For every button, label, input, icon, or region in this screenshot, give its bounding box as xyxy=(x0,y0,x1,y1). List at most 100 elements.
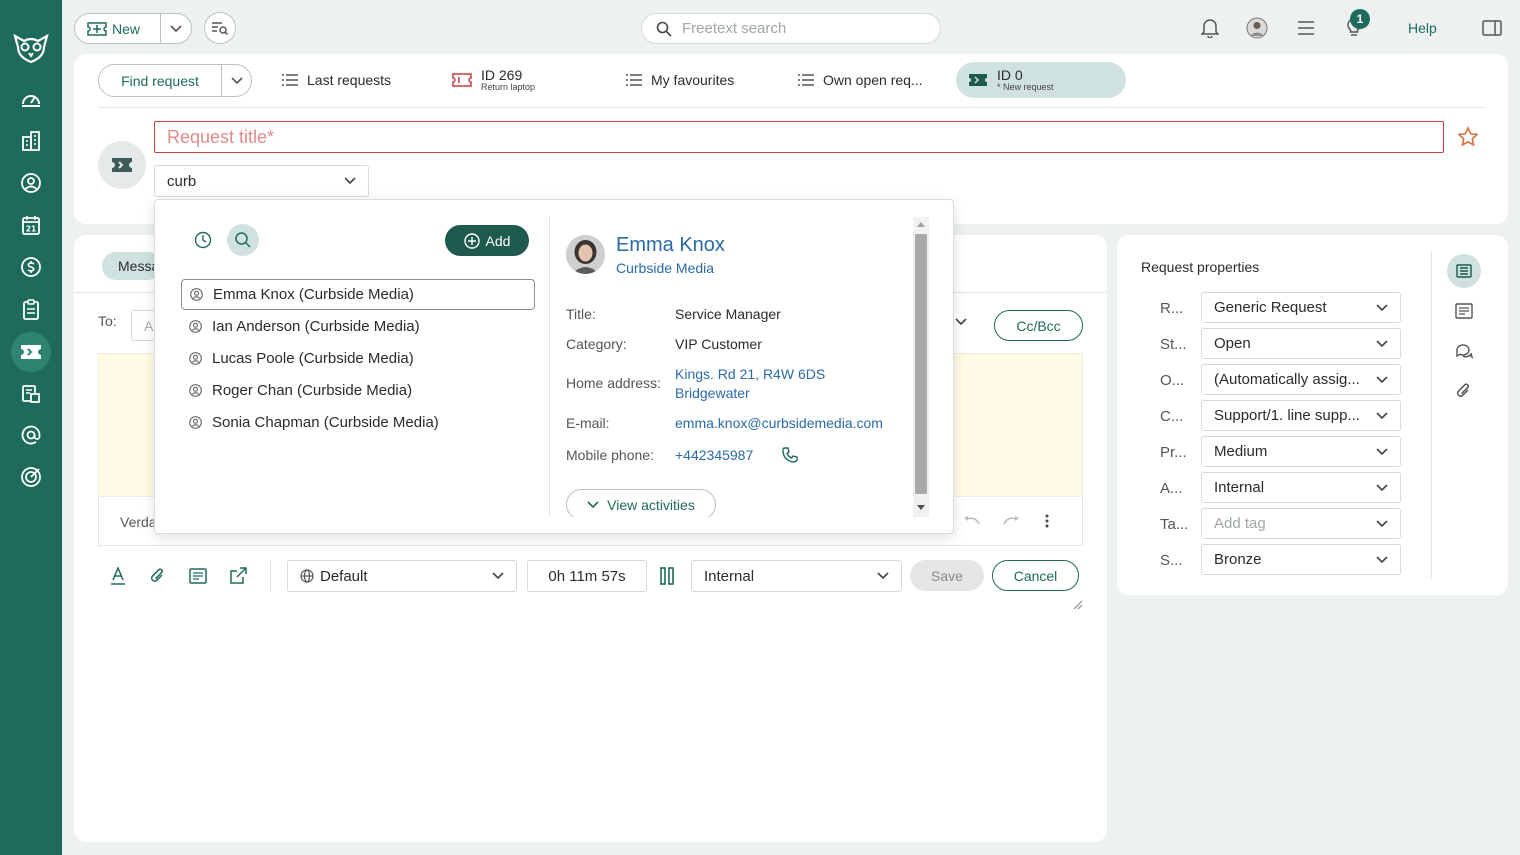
new-button[interactable]: New xyxy=(75,14,161,43)
contact-result-item[interactable]: Emma Knox (Curbside Media) xyxy=(181,279,535,310)
language-select[interactable]: Default xyxy=(287,560,517,592)
email-at-icon[interactable] xyxy=(17,421,45,449)
font-family-select[interactable]: Verda xyxy=(120,514,157,530)
priority-select[interactable]: Medium xyxy=(1201,436,1401,467)
find-request-group: Find request xyxy=(98,64,252,97)
contact-company-link[interactable]: Curbside Media xyxy=(616,260,714,276)
add-contact-button[interactable]: Add xyxy=(445,225,529,256)
list-search-icon xyxy=(212,22,229,35)
visibility-select[interactable]: Internal xyxy=(691,560,902,592)
mobile-phone-link[interactable]: +442345987 xyxy=(675,446,753,465)
undo-icon[interactable] xyxy=(963,515,981,527)
contact-icon[interactable] xyxy=(17,169,45,197)
contact-name-link[interactable]: Emma Knox xyxy=(616,234,725,257)
resize-handle-icon[interactable] xyxy=(1073,600,1083,610)
open-external-icon[interactable] xyxy=(228,566,248,586)
target-icon[interactable] xyxy=(17,463,45,491)
prop-label: S... xyxy=(1160,552,1183,569)
owl-logo-icon[interactable] xyxy=(12,33,50,63)
home-address-label: Home address: xyxy=(566,375,661,391)
tab-label: My favourites xyxy=(651,72,735,88)
quick-filter-button[interactable] xyxy=(204,12,236,44)
tab-id-269[interactable]: ID 269 Return laptop xyxy=(452,62,535,98)
project-icon[interactable] xyxy=(17,295,45,323)
company-icon[interactable] xyxy=(17,127,45,155)
cc-bcc-button[interactable]: Cc/Bcc xyxy=(994,310,1083,341)
redo-icon[interactable] xyxy=(1002,515,1020,527)
search-input[interactable] xyxy=(682,20,922,37)
chevron-down-icon xyxy=(230,76,243,84)
tab-label: ID 269 xyxy=(481,66,523,83)
phone-call-icon[interactable] xyxy=(781,446,799,464)
template-icon[interactable] xyxy=(188,566,208,586)
request-ticket-icon xyxy=(112,158,132,172)
find-request-dropdown[interactable] xyxy=(222,76,251,85)
recipient-dropdown-chevron-icon[interactable] xyxy=(955,318,967,326)
owner-select[interactable]: (Automatically assig... xyxy=(1201,364,1401,395)
contact-result-item[interactable]: Lucas Poole (Curbside Media) xyxy=(181,343,535,374)
tab-my-favourites[interactable]: My favourites xyxy=(626,62,734,98)
ticket-icon xyxy=(452,73,472,87)
home-address-line1[interactable]: Kings. Rd 21, R4W 6DS xyxy=(675,365,825,384)
prop-label: Pr... xyxy=(1160,444,1187,461)
chevron-down-icon xyxy=(587,500,599,508)
search-icon[interactable] xyxy=(227,224,259,256)
tab-last-requests[interactable]: Last requests xyxy=(282,62,391,98)
tags-select[interactable]: Add tag xyxy=(1201,508,1401,539)
tab-message[interactable]: Messa xyxy=(102,252,162,280)
request-title-input[interactable] xyxy=(154,121,1444,153)
prop-value: Generic Request xyxy=(1214,299,1327,316)
tabs-divider xyxy=(98,107,1484,108)
view-activities-button[interactable]: View activities xyxy=(566,489,716,517)
access-select[interactable]: Internal xyxy=(1201,472,1401,503)
tab-own-open-requests[interactable]: Own open req... xyxy=(798,62,923,98)
chevron-down-icon xyxy=(1376,519,1388,527)
find-request-button[interactable]: Find request xyxy=(99,65,222,96)
scroll-up-arrow-icon[interactable] xyxy=(917,221,925,227)
marketing-icon[interactable] xyxy=(17,380,45,408)
more-options-icon[interactable] xyxy=(1045,514,1049,528)
calendar-icon[interactable]: 21 xyxy=(17,211,45,239)
chevron-down-icon xyxy=(1376,339,1388,347)
attachment-icon[interactable] xyxy=(1453,380,1475,402)
notifications-bell-icon[interactable] xyxy=(1198,16,1222,40)
prop-label: R... xyxy=(1160,300,1184,317)
favourite-star-icon[interactable] xyxy=(1457,126,1479,148)
customer-select[interactable]: curb xyxy=(154,165,369,197)
contact-result-label: Sonia Chapman (Curbside Media) xyxy=(212,414,439,431)
recent-history-icon[interactable] xyxy=(187,224,219,256)
home-address-line2[interactable]: Bridgewater xyxy=(675,384,750,403)
sales-icon[interactable] xyxy=(17,253,45,281)
sla-select[interactable]: Bronze xyxy=(1201,544,1401,575)
contact-icon xyxy=(189,320,202,333)
attachment-icon[interactable] xyxy=(148,566,168,586)
menu-hamburger-icon[interactable] xyxy=(1294,16,1318,40)
contact-result-item[interactable]: Ian Anderson (Curbside Media) xyxy=(181,311,535,342)
category-select[interactable]: Support/1. line supp... xyxy=(1201,400,1401,431)
prop-value: Medium xyxy=(1214,443,1268,460)
status-select[interactable]: Open xyxy=(1201,328,1401,359)
contact-result-item[interactable]: Sonia Chapman (Curbside Media) xyxy=(181,407,535,438)
text-format-icon[interactable] xyxy=(108,566,128,586)
help-link[interactable]: Help xyxy=(1408,20,1437,36)
cancel-button[interactable]: Cancel xyxy=(992,560,1079,591)
new-dropdown-toggle[interactable] xyxy=(161,24,191,33)
properties-list-icon[interactable] xyxy=(1447,254,1481,288)
request-type-select[interactable]: Generic Request xyxy=(1201,292,1401,323)
panel-toggle-icon[interactable] xyxy=(1480,16,1504,40)
chat-bubbles-icon[interactable] xyxy=(1453,340,1475,362)
freetext-search[interactable] xyxy=(641,13,941,44)
prop-value: Support/1. line supp... xyxy=(1214,407,1360,424)
ticket-icon xyxy=(969,74,987,86)
email-link[interactable]: emma.knox@curbsidemedia.com xyxy=(675,414,883,433)
save-button[interactable]: Save xyxy=(910,560,984,591)
contact-result-item[interactable]: Roger Chan (Curbside Media) xyxy=(181,375,535,406)
request-ticket-icon[interactable] xyxy=(11,332,51,372)
scroll-down-arrow-icon[interactable] xyxy=(917,505,925,511)
scrollbar-thumb[interactable] xyxy=(915,234,927,494)
user-avatar[interactable] xyxy=(1245,16,1269,40)
pause-icon[interactable] xyxy=(659,567,675,585)
details-icon[interactable] xyxy=(1453,300,1475,322)
tab-id-0[interactable]: ID 0 * New request xyxy=(956,62,1126,98)
dashboard-icon[interactable] xyxy=(17,85,45,113)
